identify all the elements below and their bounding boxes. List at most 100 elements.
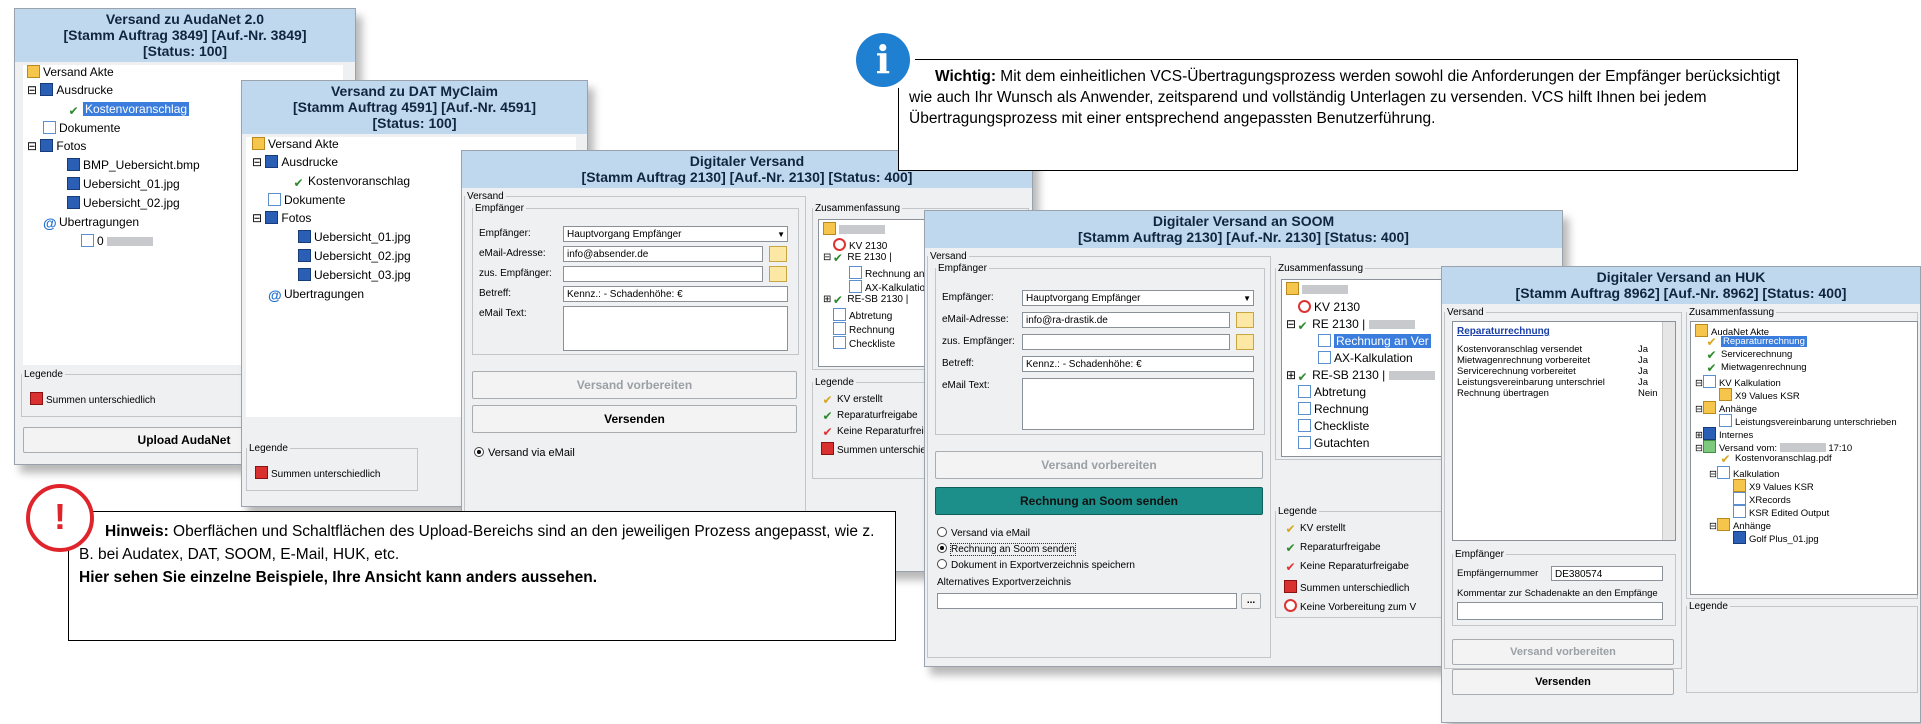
tree-item[interactable]: Leistungsvereinbarung unterschrieben <box>1719 414 1897 428</box>
redacted-text <box>1302 285 1348 294</box>
document-icon <box>1298 402 1311 415</box>
tree-item[interactable]: KSR Edited Output <box>1733 505 1829 519</box>
tree-item[interactable]: Uebersicht_01.jpg <box>67 177 180 191</box>
tree-item[interactable]: Golf Plus_01.jpg <box>1733 531 1819 545</box>
tree-item[interactable]: Abtretung <box>1298 385 1366 399</box>
cc-field[interactable] <box>1022 334 1230 350</box>
subject-field[interactable]: Kennz.: - Schadenhöhe: € <box>1022 356 1254 372</box>
tree-item[interactable]: Uebersicht_03.jpg <box>298 268 411 282</box>
tree-item[interactable]: ⊟ Ausdrucke <box>27 83 113 97</box>
dat-title: Versand zu DAT MyClaim [Stamm Auftrag 45… <box>242 81 587 134</box>
repair-invoice-link[interactable]: Reparaturrechnung <box>1457 326 1550 337</box>
tree-item[interactable]: Gutachten <box>1298 436 1369 450</box>
tree-item[interactable] <box>823 222 885 236</box>
tree-item[interactable]: XRecords <box>1733 492 1791 506</box>
document-icon <box>1719 414 1732 427</box>
email-text-label: eMail Text: <box>942 380 990 391</box>
tree-item[interactable]: ✔ Servicerechnung <box>1705 349 1792 362</box>
tree-item[interactable]: Uebersicht_01.jpg <box>298 230 411 244</box>
attachment-folder-icon <box>1702 401 1716 414</box>
tree-item[interactable]: ✔ Mietwagenrechnung <box>1705 362 1806 375</box>
tree-item[interactable]: Rechnung <box>1298 402 1369 416</box>
document-icon <box>1298 419 1311 432</box>
tree-item[interactable]: KV 2130 <box>1298 300 1360 314</box>
tree-item[interactable]: ⊟ Anhänge <box>1709 518 1771 532</box>
tree-item[interactable]: @ Ubertragungen <box>268 287 364 302</box>
tree-item[interactable]: ⊟ Versand vom: 17:10 <box>1695 440 1852 454</box>
tree-item[interactable]: Uebersicht_02.jpg <box>298 249 411 263</box>
comment-field[interactable] <box>1457 602 1663 620</box>
at-icon: @ <box>268 287 282 303</box>
tree-item[interactable] <box>1286 282 1348 296</box>
email-field[interactable]: info@absender.de <box>563 246 763 262</box>
radio-send-email[interactable]: Versand via eMail <box>474 447 575 459</box>
tree-item[interactable]: ⊞✔ RE-SB 2130 | <box>823 294 908 307</box>
recipient-select[interactable]: Hauptvorgang Empfänger <box>1022 290 1254 306</box>
scrollbar[interactable] <box>1662 322 1675 540</box>
folder-open-button[interactable] <box>1236 312 1254 328</box>
cc-field[interactable] <box>563 266 763 282</box>
tree-item[interactable]: AX-Kalkulation <box>849 280 931 294</box>
recipient-number-field[interactable]: DE380574 <box>1551 566 1663 581</box>
folder-icon <box>27 65 40 78</box>
title-line: [Stamm Auftrag 3849] [Auf.-Nr. 3849] <box>63 27 307 43</box>
tree-item[interactable]: ⊟ Fotos <box>27 139 86 153</box>
folder-open-button[interactable] <box>769 246 787 262</box>
radio-send-soom[interactable]: Rechnung an Soom senden <box>937 543 1076 556</box>
tree-item[interactable]: ✔ Kostenvoranschlag <box>292 174 410 190</box>
radio-send-email[interactable]: Versand via eMail <box>937 527 1030 539</box>
tree-item[interactable]: ⊞✔ RE-SB 2130 | <box>1286 368 1435 384</box>
tree-item[interactable]: Uebersicht_02.jpg <box>67 196 180 210</box>
folder-open-button[interactable] <box>1236 334 1254 350</box>
tree-item[interactable]: AX-Kalkulation <box>1318 351 1413 365</box>
title-line: [Stamm Auftrag 2130] [Auf.-Nr. 2130] [St… <box>581 169 913 185</box>
browse-button[interactable]: ... <box>1241 593 1261 609</box>
tree-item[interactable]: ⊟ Ausdrucke <box>252 155 338 169</box>
alt-export-field[interactable] <box>937 593 1237 609</box>
send-to-soom-button[interactable]: Rechnung an Soom senden <box>935 487 1263 515</box>
recipient-select[interactable]: Hauptvorgang Empfänger <box>563 226 788 242</box>
tree-item[interactable]: Checkliste <box>833 336 895 350</box>
tree-item[interactable]: X9 Values KSR <box>1719 388 1800 402</box>
internal-folder-icon <box>1702 427 1716 440</box>
tree-item[interactable]: ⊞ Internes <box>1695 427 1753 441</box>
tree-item[interactable]: ⊟ KV Kalkulation <box>1695 375 1781 389</box>
tree-item[interactable]: BMP_Uebersicht.bmp <box>67 158 200 172</box>
tree-item[interactable]: 0 <box>81 234 154 248</box>
tree-item[interactable]: ✔ Kostenvoranschlag.pdf <box>1719 453 1831 466</box>
tree-item[interactable]: Versand Akte <box>27 65 114 79</box>
tree-item[interactable]: ⊟ Kalkulation <box>1709 466 1779 480</box>
subject-field[interactable]: Kennz.: - Schadenhöhe: € <box>563 286 788 302</box>
tree-item[interactable]: ⊟✔ RE 2130 | <box>1286 317 1415 333</box>
pin-icon: ✔ <box>832 251 843 265</box>
tree-item[interactable]: Dokumente <box>268 193 345 207</box>
tree-item[interactable]: KV 2130 <box>833 238 887 252</box>
email-field[interactable]: info@ra-drastik.de <box>1022 312 1230 328</box>
send-button[interactable]: Versenden <box>1452 669 1674 695</box>
folder-open-button[interactable] <box>769 266 787 282</box>
send-button[interactable]: Versenden <box>472 405 797 433</box>
prepare-send-button[interactable]: Versand vorbereiten <box>935 451 1263 479</box>
tree-item[interactable]: X9 Values KSR <box>1733 479 1814 493</box>
tree-item[interactable]: Rechnung <box>833 322 895 336</box>
prepare-send-button[interactable]: Versand vorbereiten <box>472 371 797 399</box>
prepare-send-button[interactable]: Versand vorbereiten <box>1452 639 1674 665</box>
tree-item[interactable]: @ Ubertragungen <box>43 215 139 230</box>
tree-item[interactable]: ✔ Reparaturrechnung <box>1705 336 1807 349</box>
tree-item[interactable]: Rechnung an Ver <box>1318 334 1431 348</box>
tree-item[interactable]: ⊟ Anhänge <box>1695 401 1757 415</box>
tree-item[interactable]: Abtretung <box>833 308 892 322</box>
tree-item[interactable]: Versand Akte <box>252 137 339 151</box>
title-line: Versand zu AudaNet 2.0 <box>105 11 265 27</box>
email-text-area[interactable] <box>563 306 788 351</box>
tree-item[interactable]: ✔ Kostenvoranschlag <box>67 102 190 118</box>
summary-tree[interactable]: AudaNet Akte ✔ Reparaturrechnung ✔ Service… <box>1690 321 1918 595</box>
tree-item[interactable]: ⊟ Fotos <box>252 211 311 225</box>
tree-item[interactable]: ⊟✔ RE 2130 | <box>823 252 892 265</box>
tree-item[interactable]: Rechnung an <box>849 266 925 280</box>
tree-item[interactable]: Dokumente <box>43 121 120 135</box>
tree-item[interactable]: Checkliste <box>1298 419 1369 433</box>
radio-export-folder[interactable]: Dokument in Exportverzeichnis speichern <box>937 559 1135 571</box>
email-text-area[interactable] <box>1022 378 1254 430</box>
legend-item: Summen unterschiedlich <box>1284 580 1410 594</box>
